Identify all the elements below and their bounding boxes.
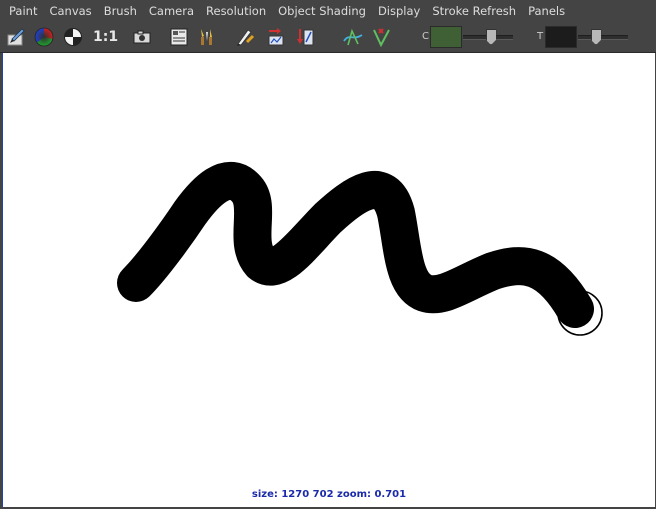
menu-display[interactable]: Display <box>372 0 426 23</box>
canvas-status: size: 1270 702 zoom: 0.701 <box>251 489 407 500</box>
menu-stroke-refresh[interactable]: Stroke Refresh <box>426 0 522 23</box>
stroke-refresh-icon[interactable] <box>294 26 316 48</box>
brush-edit-icon[interactable] <box>234 26 256 48</box>
ratio-label[interactable]: 1:1 <box>93 27 118 47</box>
color-swatch[interactable] <box>430 26 462 48</box>
toolbar: 1:1 C T <box>0 23 656 53</box>
transparency-slider-track[interactable] <box>578 35 628 40</box>
snapshot-icon[interactable] <box>131 26 153 48</box>
color-slider-thumb[interactable] <box>485 29 497 45</box>
rebuild-icon[interactable] <box>371 26 393 48</box>
menubar: Paint Canvas Brush Camera Resolution Obj… <box>0 0 656 23</box>
menu-paint[interactable]: Paint <box>0 0 43 23</box>
transparency-slider-label: T <box>537 31 544 42</box>
paint-canvas-icon[interactable] <box>5 26 27 48</box>
menu-brush[interactable]: Brush <box>98 0 143 23</box>
wire-stroke-icon[interactable] <box>342 26 364 48</box>
canvas-drawing <box>117 161 603 336</box>
layers-icon[interactable] <box>168 26 190 48</box>
brush-tips-icon[interactable] <box>196 26 218 48</box>
transparency-slider-thumb[interactable] <box>590 29 602 45</box>
color-slider-label: C <box>422 31 429 42</box>
menu-panels[interactable]: Panels <box>522 0 571 23</box>
menu-resolution[interactable]: Resolution <box>200 0 272 23</box>
half-tone-icon[interactable] <box>62 26 84 48</box>
menu-canvas[interactable]: Canvas <box>43 0 97 23</box>
paint-canvas[interactable]: size: 1270 702 zoom: 0.701 <box>2 53 655 507</box>
color-wheel-icon[interactable] <box>33 26 55 48</box>
menu-camera[interactable]: Camera <box>143 0 200 23</box>
transparency-swatch[interactable] <box>545 26 577 48</box>
stroke-down-icon[interactable] <box>265 26 287 48</box>
menu-object-shading[interactable]: Object Shading <box>272 0 372 23</box>
brush-stroke <box>117 161 594 328</box>
